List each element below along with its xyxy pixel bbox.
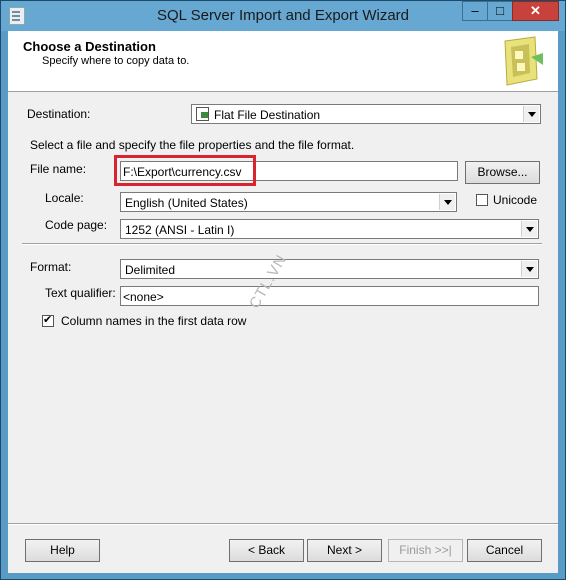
back-button[interactable]: < Back bbox=[229, 539, 304, 562]
maximize-button[interactable]: □ bbox=[487, 1, 513, 21]
close-button[interactable]: ✕ bbox=[512, 1, 559, 21]
text-qualifier-input[interactable]: <none> bbox=[120, 286, 539, 306]
title-bar[interactable]: SQL Server Import and Export Wizard – □ … bbox=[1, 1, 565, 31]
unicode-checkbox[interactable] bbox=[476, 194, 488, 206]
minimize-button[interactable]: – bbox=[462, 1, 488, 21]
chevron-down-icon[interactable] bbox=[439, 194, 455, 210]
cancel-button[interactable]: Cancel bbox=[467, 539, 542, 562]
code-page-value: 1252 (ANSI - Latin I) bbox=[125, 223, 235, 237]
page-subtitle: Specify where to copy data to. bbox=[42, 55, 190, 67]
flat-file-icon bbox=[196, 107, 209, 121]
code-page-label: Code page: bbox=[45, 218, 108, 232]
chevron-down-icon[interactable] bbox=[523, 106, 539, 122]
destination-label: Destination: bbox=[27, 107, 91, 121]
destination-value: Flat File Destination bbox=[214, 108, 321, 122]
browse-button[interactable]: Browse... bbox=[465, 161, 540, 184]
next-button[interactable]: Next > bbox=[307, 539, 382, 562]
finish-button[interactable]: Finish >>| bbox=[388, 539, 463, 562]
footer-separator bbox=[8, 523, 558, 525]
page-title: Choose a Destination bbox=[23, 39, 156, 54]
chevron-down-icon[interactable] bbox=[521, 261, 537, 277]
format-select[interactable]: Delimited bbox=[120, 259, 539, 279]
text-qualifier-label: Text qualifier: bbox=[45, 286, 116, 300]
locale-label: Locale: bbox=[45, 191, 84, 205]
wizard-header: Choose a Destination Specify where to co… bbox=[8, 31, 558, 92]
help-button[interactable]: Help bbox=[25, 539, 100, 562]
separator bbox=[22, 243, 542, 245]
highlight-box bbox=[114, 155, 256, 186]
format-value: Delimited bbox=[125, 263, 176, 277]
wizard-client-area: Choose a Destination Specify where to co… bbox=[8, 31, 558, 573]
wizard-window: SQL Server Import and Export Wizard – □ … bbox=[0, 0, 566, 580]
locale-value: English (United States) bbox=[125, 196, 248, 210]
format-label: Format: bbox=[30, 260, 72, 274]
destination-select[interactable]: Flat File Destination bbox=[191, 104, 541, 124]
locale-select[interactable]: English (United States) bbox=[120, 192, 457, 212]
code-page-select[interactable]: 1252 (ANSI - Latin I) bbox=[120, 219, 539, 239]
file-name-label: File name: bbox=[30, 162, 87, 176]
column-names-label: Column names in the first data row bbox=[61, 314, 247, 328]
chevron-down-icon[interactable] bbox=[521, 221, 537, 237]
instructions-text: Select a file and specify the file prope… bbox=[30, 138, 355, 152]
wizard-graphic-icon bbox=[504, 36, 543, 86]
text-qualifier-value: <none> bbox=[123, 290, 164, 304]
unicode-label: Unicode bbox=[493, 193, 538, 207]
column-names-checkbox[interactable] bbox=[42, 313, 54, 327]
